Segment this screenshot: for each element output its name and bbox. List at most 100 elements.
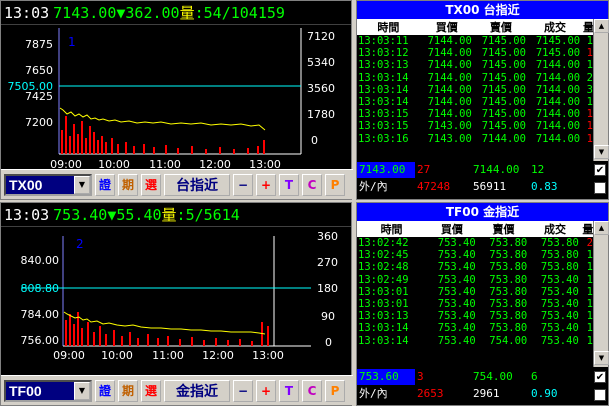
price-tick: 7200 xyxy=(25,116,53,129)
contract-name-button[interactable]: 金指近 xyxy=(164,379,230,402)
volume-tick: 0 xyxy=(311,134,318,147)
table-row[interactable]: 13:02:48 753.40 753.80 753.80 1 xyxy=(357,261,595,273)
header-volume: :54/104159 xyxy=(194,3,285,22)
minus-button[interactable]: − xyxy=(233,379,253,402)
volume-tick: 90 xyxy=(321,310,335,323)
tf00-toolbar: TF00 ▼ 證 期 選 金指近 − + T C P xyxy=(1,375,353,405)
p-button[interactable]: P xyxy=(325,173,345,196)
volume-tick: 180 xyxy=(317,282,338,295)
futures-button[interactable]: 期 xyxy=(118,173,138,196)
table-cell: 753.40 xyxy=(437,334,476,347)
futures-button[interactable]: 期 xyxy=(118,379,138,402)
table-row[interactable]: 13:03:14 7144.00 7145.00 7144.00 3 xyxy=(357,84,595,96)
scroll-down-icon[interactable]: ▼ xyxy=(594,145,609,159)
symbol-select[interactable]: TX00 ▼ xyxy=(4,173,92,196)
table-cell: 753.80 xyxy=(540,237,579,250)
table-row[interactable]: 13:03:11 7144.00 7145.00 7145.00 1 xyxy=(357,35,595,47)
options-button[interactable]: 選 xyxy=(141,173,161,196)
scroll-up-icon[interactable]: ▲ xyxy=(594,19,609,33)
symbol-value: TF00 xyxy=(6,381,74,400)
table-cell: 753.40 xyxy=(540,285,579,298)
outer-inner-ratio: 0.83 xyxy=(531,180,558,193)
table-row[interactable]: 13:03:12 7144.00 7145.00 7145.00 1 xyxy=(357,47,595,59)
table-header-row: 時間 買價 賣價 成交 量 xyxy=(357,19,595,35)
summary-row-2: 外/內 47248 56911 0.83 xyxy=(357,179,595,195)
price-tick: 756.00 xyxy=(21,334,60,347)
c-button[interactable]: C xyxy=(302,379,322,402)
table-cell: 753.40 xyxy=(540,273,579,286)
table-row[interactable]: 13:03:15 7143.00 7145.00 7144.00 1 xyxy=(357,120,595,132)
table-row[interactable]: 13:02:42 753.40 753.80 753.80 2 xyxy=(357,237,595,249)
stock-button[interactable]: 證 xyxy=(95,173,115,196)
checkbox-2[interactable] xyxy=(594,389,606,401)
header-price: 7143.00 xyxy=(53,3,117,22)
table-row[interactable]: 13:03:14 753.40 753.80 753.40 1 xyxy=(357,322,595,334)
table-row[interactable]: 13:03:13 7144.00 7145.00 7144.00 1 xyxy=(357,59,595,71)
table-row[interactable]: 13:03:14 7144.00 7145.00 7144.00 2 xyxy=(357,72,595,84)
table-cell: 753.40 xyxy=(540,310,579,323)
summary-ask: 7144.00 xyxy=(473,163,520,176)
chevron-down-icon[interactable]: ▼ xyxy=(74,175,90,194)
scroll-down-icon[interactable]: ▼ xyxy=(594,351,609,365)
table-cell: 7145.00 xyxy=(481,35,526,48)
summary-bid-qty: 27 xyxy=(417,163,431,176)
table-row[interactable]: 13:03:14 753.40 754.00 753.40 1 xyxy=(357,335,595,347)
table-cell: 7145.00 xyxy=(481,96,526,109)
tf00-intraday-chart[interactable]: 2 840.00 808.80 784.00 756.00 360 270 18… xyxy=(1,228,353,375)
tx00-intraday-chart[interactable]: 1 7875 7650 7505.00 7425 7200 7120 5340 … xyxy=(1,26,353,171)
minus-button[interactable]: − xyxy=(233,173,253,196)
table-cell: 7143.00 xyxy=(427,120,472,133)
price-tick: 7425 xyxy=(25,90,53,103)
p-button[interactable]: P xyxy=(325,379,345,402)
contract-name-button[interactable]: 台指近 xyxy=(164,173,230,196)
volume-tick: 1780 xyxy=(307,108,335,121)
column-header: 時間 xyxy=(357,221,427,237)
table-cell: 753.80 xyxy=(489,322,528,335)
plus-button[interactable]: + xyxy=(256,173,276,196)
table-cell: 13:03:14 xyxy=(358,322,409,335)
table-cell: 753.40 xyxy=(437,310,476,323)
checkbox-1[interactable]: ✔ xyxy=(594,164,606,176)
table-row[interactable]: 13:03:15 7144.00 7145.00 7144.00 1 xyxy=(357,108,595,120)
table-row[interactable]: 13:02:49 753.40 753.80 753.40 1 xyxy=(357,274,595,286)
quote-title: TF00 金指近 xyxy=(357,203,608,221)
table-cell: 7145.00 xyxy=(535,35,581,48)
header-time: 13:03 xyxy=(4,205,50,224)
chart-index-label: 1 xyxy=(68,35,76,49)
options-button[interactable]: 選 xyxy=(141,379,161,402)
inner-volume: 2961 xyxy=(473,387,500,400)
column-header: 買價 xyxy=(419,19,474,35)
table-row[interactable]: 13:03:01 753.40 753.80 753.40 1 xyxy=(357,286,595,298)
table-row[interactable]: 13:03:14 7144.00 7145.00 7144.00 1 xyxy=(357,96,595,108)
table-cell: 13:02:45 xyxy=(358,249,409,262)
checkbox-1[interactable]: ✔ xyxy=(594,371,606,383)
stock-button[interactable]: 證 xyxy=(95,379,115,402)
quote-scrollbar[interactable]: ▲ ▼ xyxy=(593,221,609,367)
table-row[interactable]: 13:03:16 7143.00 7144.00 7144.00 1 xyxy=(357,133,595,145)
table-row[interactable]: 13:02:45 753.40 753.80 753.80 1 xyxy=(357,249,595,261)
inner-volume: 56911 xyxy=(473,180,507,193)
table-cell: 7145.00 xyxy=(481,108,526,121)
quote-scrollbar[interactable]: ▲ ▼ xyxy=(593,19,609,161)
table-cell: 7144.00 xyxy=(427,83,472,96)
t-button[interactable]: T xyxy=(279,379,299,402)
chevron-down-icon[interactable]: ▼ xyxy=(74,381,90,400)
table-row[interactable]: 13:03:01 753.40 753.80 753.40 1 xyxy=(357,298,595,310)
table-cell: 7145.00 xyxy=(481,59,526,72)
symbol-select[interactable]: TF00 ▼ xyxy=(4,379,92,402)
table-cell: 13:03:11 xyxy=(358,35,409,48)
table-cell: 13:03:15 xyxy=(358,120,409,133)
time-tick: 11:00 xyxy=(152,349,184,362)
table-cell: 7144.00 xyxy=(427,35,472,48)
c-button[interactable]: C xyxy=(302,173,322,196)
scroll-up-icon[interactable]: ▲ xyxy=(594,221,609,235)
table-row[interactable]: 13:03:13 753.40 753.80 753.40 1 xyxy=(357,310,595,322)
table-cell: 753.40 xyxy=(437,249,476,262)
table-cell: 7144.00 xyxy=(535,108,581,121)
summary-bid-qty: 3 xyxy=(417,370,424,383)
price-tick: 840.00 xyxy=(21,254,60,267)
t-button[interactable]: T xyxy=(279,173,299,196)
checkbox-2[interactable] xyxy=(594,182,606,194)
outer-volume: 47248 xyxy=(417,180,451,193)
plus-button[interactable]: + xyxy=(256,379,276,402)
